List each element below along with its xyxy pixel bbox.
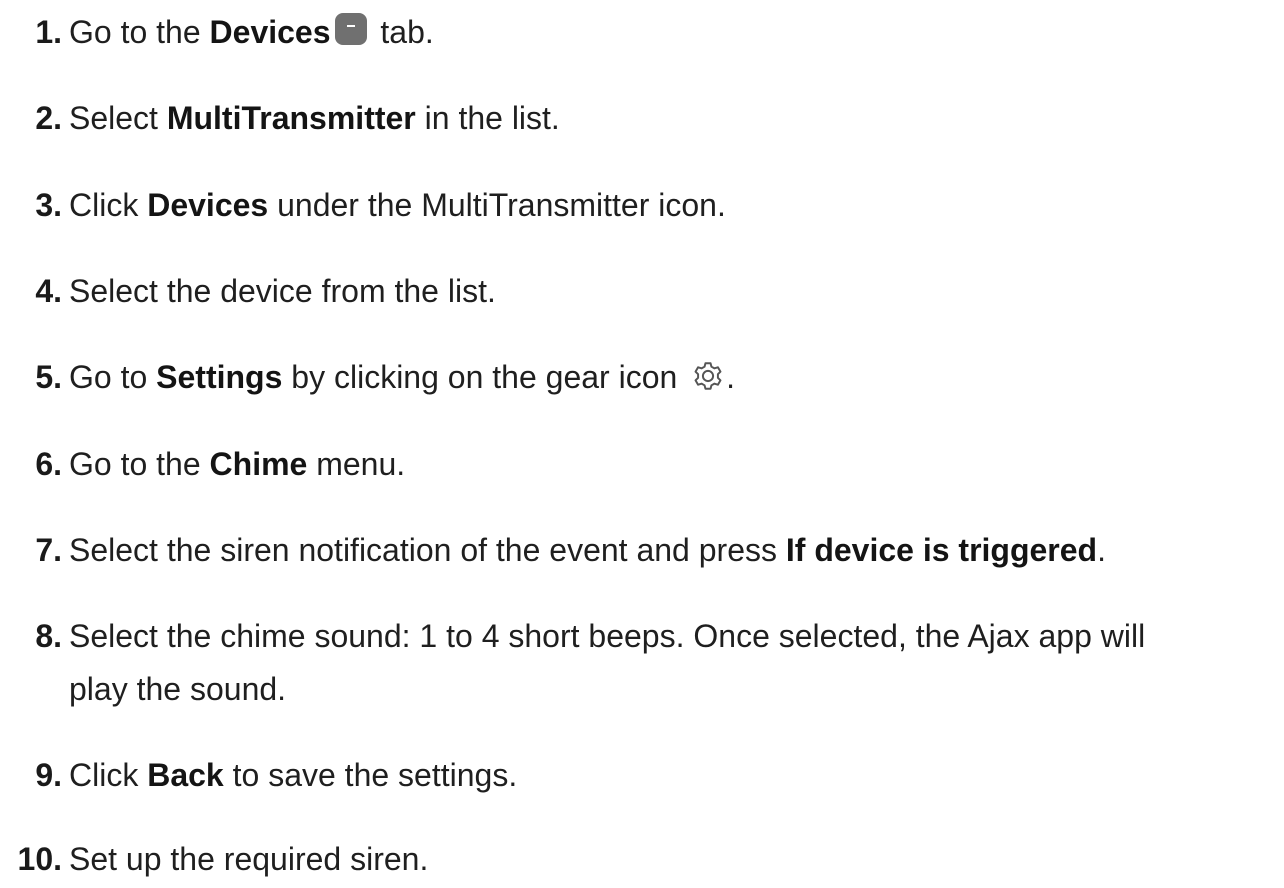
step-number: 10.: [17, 841, 62, 877]
step-number: 9.: [35, 757, 62, 793]
step-text: Select the device from the list.: [69, 273, 496, 309]
gear-icon: [694, 362, 722, 390]
bold-term: Back: [147, 757, 224, 793]
step-number: 3.: [35, 187, 62, 223]
bold-term: Devices: [147, 187, 269, 223]
step-text: Go to the Chime menu.: [69, 446, 406, 482]
step-text-line-2: play the sound.: [69, 671, 287, 707]
step-text: Go to Settings by clicking on the gear i…: [69, 359, 736, 395]
step-number: 7.: [35, 532, 62, 568]
bold-term: Chime: [209, 446, 308, 482]
devices-tab-icon: [334, 13, 367, 45]
bold-term: MultiTransmitter: [166, 100, 416, 136]
bold-term: If device is triggered: [785, 532, 1098, 568]
step-number: 6.: [35, 446, 62, 482]
instruction-steps-list: 1. Go to the Devices tab. 2. Select Mult…: [0, 0, 1284, 879]
step-number: 5.: [35, 359, 62, 395]
bold-term: Settings: [156, 359, 283, 395]
step-number: 8.: [35, 618, 62, 654]
step-text: Select the siren notification of the eve…: [69, 532, 1106, 568]
step-number: 1.: [35, 14, 62, 50]
step-text: Set up the required siren.: [69, 841, 429, 877]
step-text: Go to the Devices tab.: [69, 13, 434, 50]
step-text: Select MultiTransmitter in the list.: [69, 100, 560, 136]
step-text: Click Back to save the settings.: [69, 757, 518, 793]
step-text: Click Devices under the MultiTransmitter…: [69, 187, 726, 223]
step-text-line-1: Select the chime sound: 1 to 4 short bee…: [69, 618, 1146, 654]
bold-term: Devices: [209, 14, 331, 50]
step-number: 2.: [35, 100, 62, 136]
step-number: 4.: [35, 273, 62, 309]
